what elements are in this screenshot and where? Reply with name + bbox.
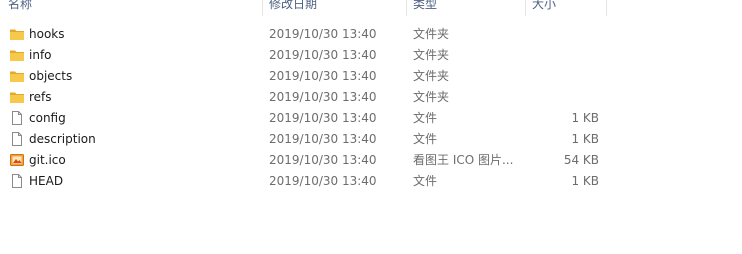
file-name: hooks [29, 27, 65, 41]
file-size: 1 KB [571, 174, 599, 188]
file-row[interactable]: objects 2019/10/30 13:40 文件夹 [0, 66, 742, 87]
file-explorer: 名称 修改日期 类型 大小 hooks 2019/10/30 13:40 文件夹 in… [0, 0, 742, 254]
file-icon [9, 173, 25, 189]
file-type: 文件夹 [413, 90, 450, 104]
file-name: info [29, 48, 52, 62]
file-date: 2019/10/30 13:40 [269, 90, 377, 104]
file-icon [9, 110, 25, 126]
file-date: 2019/10/30 13:40 [269, 174, 377, 188]
file-name-cell[interactable]: config [9, 108, 259, 129]
folder-icon [9, 26, 25, 42]
file-size [526, 87, 599, 108]
file-date: 2019/10/30 13:40 [269, 132, 377, 146]
file-name-cell[interactable]: info [9, 45, 259, 66]
file-date: 2019/10/30 13:40 [269, 27, 377, 41]
file-size [526, 45, 599, 66]
column-header-type[interactable]: 类型 [407, 0, 525, 16]
file-list: hooks 2019/10/30 13:40 文件夹 info 2019/10/30 1… [0, 24, 742, 192]
file-type: 文件 [413, 132, 438, 146]
file-size [526, 66, 599, 87]
file-name-cell[interactable]: hooks [9, 24, 259, 45]
file-date: 2019/10/30 13:40 [269, 48, 377, 62]
file-row[interactable]: HEAD 2019/10/30 13:40 文件 1 KB [0, 171, 742, 192]
file-type: 文件夹 [413, 69, 450, 83]
file-name: HEAD [29, 174, 64, 188]
file-name: git.ico [29, 153, 66, 167]
column-divider[interactable] [606, 0, 607, 16]
file-name-cell[interactable]: git.ico [9, 150, 259, 171]
file-row[interactable]: info 2019/10/30 13:40 文件夹 [0, 45, 742, 66]
file-icon [9, 131, 25, 147]
file-name-cell[interactable]: refs [9, 87, 259, 108]
file-type: 文件 [413, 174, 438, 188]
file-name-cell[interactable]: objects [9, 66, 259, 87]
file-row[interactable]: hooks 2019/10/30 13:40 文件夹 [0, 24, 742, 45]
file-size: 1 KB [571, 132, 599, 146]
file-date: 2019/10/30 13:40 [269, 153, 377, 167]
file-size: 54 KB [563, 153, 599, 167]
file-row[interactable]: description 2019/10/30 13:40 文件 1 KB [0, 129, 742, 150]
folder-icon [9, 68, 25, 84]
file-name-cell[interactable]: description [9, 129, 259, 150]
file-type: 文件夹 [413, 27, 450, 41]
column-header-row: 名称 修改日期 类型 大小 [0, 0, 742, 16]
file-name: description [29, 132, 96, 146]
file-name-cell[interactable]: HEAD [9, 171, 259, 192]
file-name: config [29, 111, 66, 125]
file-size [526, 24, 599, 45]
column-header-name[interactable]: 名称 [2, 0, 260, 16]
folder-icon [9, 47, 25, 63]
file-date: 2019/10/30 13:40 [269, 111, 377, 125]
column-header-date[interactable]: 修改日期 [263, 0, 405, 16]
file-type: 文件夹 [413, 48, 450, 62]
file-type: 文件 [413, 111, 438, 125]
file-name: objects [29, 69, 73, 83]
file-date: 2019/10/30 13:40 [269, 69, 377, 83]
file-row[interactable]: git.ico 2019/10/30 13:40 看图王 ICO 图片... 54 K… [0, 150, 742, 171]
file-type: 看图王 ICO 图片... [413, 153, 514, 167]
file-row[interactable]: config 2019/10/30 13:40 文件 1 KB [0, 108, 742, 129]
file-size: 1 KB [571, 111, 599, 125]
file-name: refs [29, 90, 52, 104]
folder-icon [9, 89, 25, 105]
file-row[interactable]: refs 2019/10/30 13:40 文件夹 [0, 87, 742, 108]
image-file-icon [9, 152, 25, 168]
column-header-size[interactable]: 大小 [526, 0, 606, 16]
